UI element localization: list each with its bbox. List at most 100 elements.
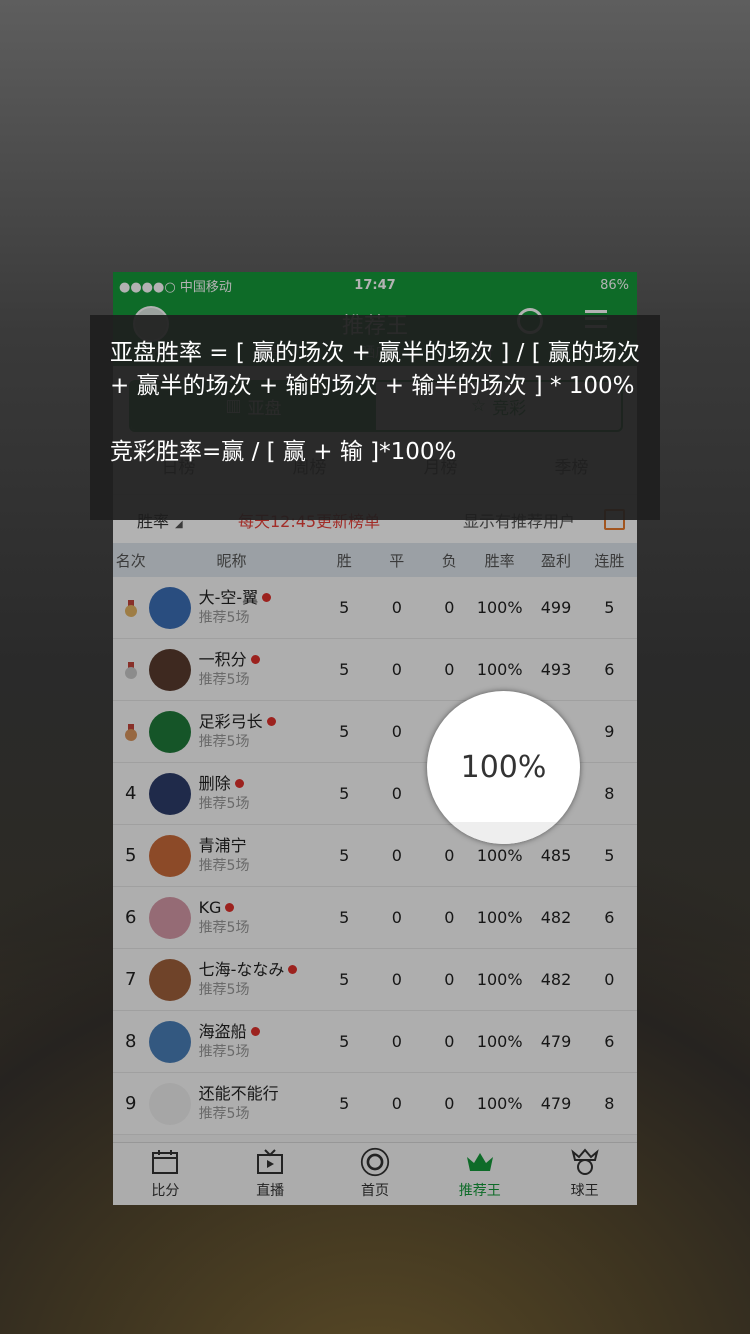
tv-icon [255,1148,285,1176]
nick-cell: KG 推荐5场 [148,896,315,939]
streak-cell: 9 [604,722,615,741]
recommend-count: 推荐5场 [198,795,250,812]
recommend-count: 推荐5场 [198,981,250,998]
profit-cell: 485 [540,846,572,865]
rate-cell: 100% [476,598,523,617]
win-cell: 5 [339,598,350,617]
avatar[interactable] [148,710,191,753]
profit-cell: 482 [540,908,572,927]
rate-cell: 100% [476,1032,523,1051]
header-streak: 连胜 [594,551,625,570]
streak-cell: 8 [604,784,615,803]
nick-cell: 足彩弓长 推荐5场 [148,710,315,753]
table-row[interactable]: 7 七海-ななみ 推荐5场 5 0 0 100% 482 0 [113,949,637,1011]
nickname: 足彩弓长 [198,711,263,731]
nick-cell: 青浦宁 推荐5场 [148,834,315,877]
tab-ballking-label: 球王 [570,1183,599,1199]
red-dot-icon [262,593,272,602]
streak-cell: 5 [604,598,615,617]
tab-score[interactable]: 比分 [113,1143,218,1205]
lottery-formula: 竞彩胜率=赢 / [ 赢 + 输 ]*100% [110,439,457,465]
table-row[interactable]: 9 还能不能行 推荐5场 5 0 0 100% 479 8 [113,1073,637,1135]
avatar[interactable] [148,834,191,877]
rank-cell [113,723,149,741]
loss-cell: 0 [444,970,455,989]
rate-cell: 100% [476,660,523,679]
sort-triangle-icon: ◢ [175,519,183,530]
rank-number: 7 [125,969,137,990]
nick-cell: 还能不能行 推荐5场 [148,1082,315,1125]
header-nick: 昵称 [216,551,247,570]
avatar[interactable] [148,958,191,1001]
streak-cell: 0 [604,970,615,989]
nickname: 还能不能行 [198,1083,279,1103]
table-row[interactable]: 大-空-翼 推荐5场 5 0 0 100% 499 5 [113,577,637,639]
rank-cell: 7 [113,969,149,990]
tab-live[interactable]: 直播 [218,1143,323,1205]
rate-cell: 100% [476,970,523,989]
avatar[interactable] [148,896,191,939]
rank-number: 5 [125,845,137,866]
nick-cell: 大-空-翼 推荐5场 [148,586,315,629]
streak-cell: 5 [604,846,615,865]
win-rate-tooltip: 亚盘胜率 = [ 赢的场次 + 赢半的场次 ] / [ 赢的场次 + 赢半的场次… [90,315,660,520]
avatar[interactable] [148,1020,191,1063]
asian-formula: 亚盘胜率 = [ 赢的场次 + 赢半的场次 ] / [ 赢的场次 + 赢半的场次… [110,340,641,399]
rank-cell [113,661,149,679]
medal-icon [124,723,137,741]
loss-cell: 0 [444,660,455,679]
magnifier-lens: 100% [427,691,580,844]
rank-cell: 4 [113,783,149,804]
avatar[interactable] [148,772,191,815]
avatar[interactable] [148,1082,191,1125]
draw-cell: 0 [391,846,402,865]
red-dot-icon [266,717,276,726]
win-cell: 5 [339,970,350,989]
nickname: 青浦宁 [198,835,247,855]
win-cell: 5 [339,1094,350,1113]
header-rank: 名次 [115,551,146,570]
red-dot-icon [250,655,260,664]
calendar-icon [150,1148,180,1176]
recommend-count: 推荐5场 [198,919,250,936]
medal-icon [124,661,137,679]
clock: 17:47 [354,277,396,293]
red-dot-icon [288,965,298,974]
table-row[interactable]: 8 海盗船 推荐5场 5 0 0 100% 479 6 [113,1011,637,1073]
recommend-count: 推荐5场 [198,857,250,874]
rate-cell: 100% [476,908,523,927]
win-cell: 5 [339,722,350,741]
profit-cell: 479 [540,1032,572,1051]
rank-number: 8 [125,1031,137,1052]
tab-ballking[interactable]: 球王 [532,1143,637,1205]
tab-king[interactable]: 推荐王 [427,1143,532,1205]
recommend-count: 推荐5场 [198,733,250,750]
draw-cell: 0 [391,598,402,617]
table-row[interactable]: 6 KG 推荐5场 5 0 0 100% 482 6 [113,887,637,949]
streak-cell: 6 [604,908,615,927]
tab-home-label: 首页 [360,1183,389,1199]
rate-cell: 100% [476,846,523,865]
header-win: 胜 [336,551,352,570]
magnified-rate: 100% [460,750,547,785]
recommend-count: 推荐5场 [198,671,250,688]
avatar[interactable] [148,586,191,629]
profit-cell: 479 [540,1094,572,1113]
nickname: 一积分 [198,649,247,669]
tab-bar: 比分 直播 首页 推荐王 球王 [113,1142,637,1205]
win-cell: 5 [339,1032,350,1051]
tab-score-label: 比分 [151,1183,180,1199]
loss-cell: 0 [444,1032,455,1051]
recommend-count: 推荐5场 [198,1105,250,1122]
draw-cell: 0 [391,970,402,989]
win-cell: 5 [339,784,350,803]
draw-cell: 0 [391,660,402,679]
table-row[interactable]: 一积分 推荐5场 5 0 0 100% 493 6 [113,639,637,701]
nick-cell: 删除 推荐5场 [148,772,315,815]
recommend-count: 推荐5场 [198,609,250,626]
red-dot-icon [250,1027,260,1036]
tab-home[interactable]: 首页 [323,1143,428,1205]
header-draw: 平 [389,551,405,570]
avatar[interactable] [148,648,191,691]
profit-cell: 482 [540,970,572,989]
